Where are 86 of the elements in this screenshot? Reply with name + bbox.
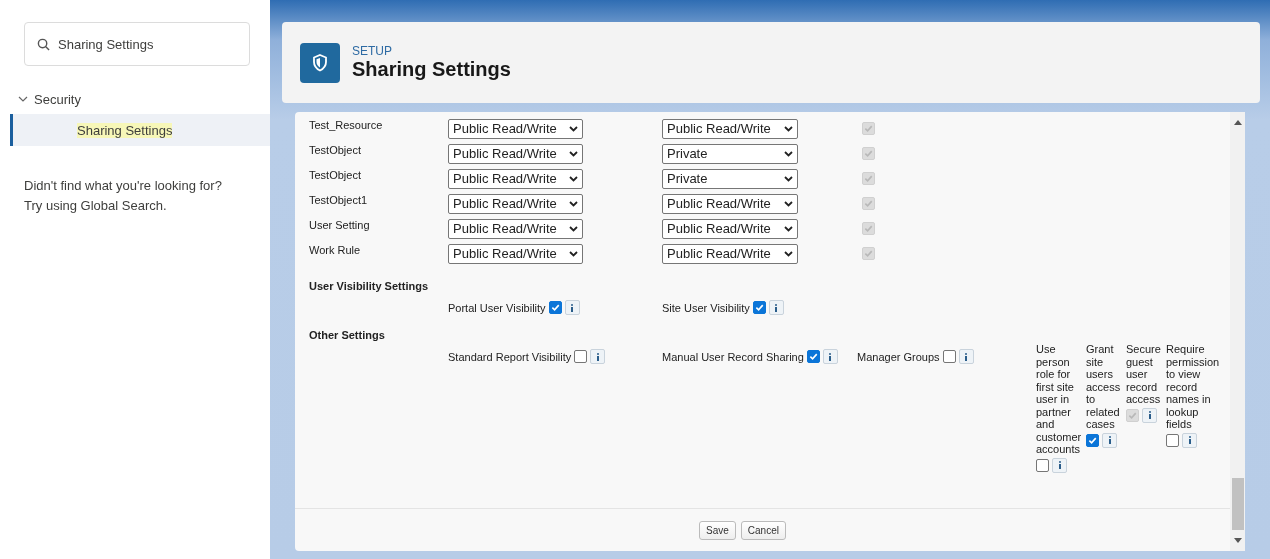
scroll-down-icon[interactable]: [1233, 538, 1242, 543]
chevron-icon: [18, 96, 28, 102]
checkmark-icon: [864, 249, 873, 258]
setting-label: Site User Visibility: [662, 301, 750, 314]
section-title: User Visibility Settings: [309, 280, 429, 292]
access-select[interactable]: Public Read/Write: [448, 193, 583, 214]
caret-icon: [784, 150, 793, 157]
help-text: Try using Global Search.: [24, 197, 168, 215]
access-select[interactable]: Public Read/Write: [448, 143, 583, 164]
checkbox[interactable]: [1036, 458, 1049, 472]
access-select[interactable]: Public Read/Write: [662, 193, 798, 214]
info-icon[interactable]: [768, 300, 784, 315]
section-title: Other Settings: [309, 329, 386, 341]
caret-icon: [784, 200, 793, 207]
caret-icon: [569, 250, 578, 257]
search-field[interactable]: Sharing Settings: [24, 22, 250, 66]
caret-icon: [569, 125, 578, 132]
scroll-up-icon[interactable]: [1233, 120, 1242, 125]
caret-icon: [569, 200, 578, 207]
info-icon[interactable]: [1142, 407, 1158, 423]
info-icon[interactable]: [822, 349, 838, 364]
setting-label: Standard Report Visibility: [448, 350, 572, 363]
access-select[interactable]: Public Read/Write: [662, 243, 798, 264]
tree-label: Security: [34, 91, 81, 107]
shield-icon: [300, 42, 340, 83]
tree-item[interactable]: Sharing Settings: [10, 114, 270, 146]
form-button[interactable]: Save: [699, 520, 736, 540]
info-icon[interactable]: [1182, 432, 1198, 448]
setting-label: Portal User Visibility: [448, 301, 546, 314]
checkbox[interactable]: [548, 301, 562, 314]
help-text: Didn't find what you're looking for?: [24, 177, 223, 195]
search-icon: [37, 37, 50, 51]
access-select[interactable]: Public Read/Write: [662, 218, 798, 239]
access-select[interactable]: Private: [662, 168, 798, 189]
object-name: Work Rule: [309, 243, 362, 256]
access-select[interactable]: Public Read/Write: [448, 218, 583, 239]
scroll-thumb[interactable]: [1231, 478, 1244, 530]
checkbox[interactable]: [752, 301, 766, 314]
caret-icon: [784, 225, 793, 232]
info-icon[interactable]: [1102, 432, 1118, 448]
object-name: Test_Resource: [309, 118, 384, 131]
checkmark-icon: [1088, 435, 1097, 445]
checkmark-icon: [808, 352, 818, 361]
checkbox[interactable]: [806, 350, 820, 363]
setting-label: Grant site users access to related cases: [1086, 343, 1122, 431]
checkmark-icon: [1128, 410, 1137, 420]
object-name: TestObject: [309, 143, 362, 156]
setting-label: Require permission to view record names in lookup fields: [1166, 343, 1221, 431]
access-select[interactable]: Public Read/Write: [662, 118, 798, 139]
checkbox[interactable]: [942, 350, 956, 363]
scrollbar[interactable]: [1230, 112, 1245, 551]
object-name: User Setting: [309, 218, 371, 231]
caret-icon: [784, 175, 793, 182]
setting-label: Secure guest user record access: [1126, 343, 1162, 406]
access-select[interactable]: Public Read/Write: [448, 243, 583, 264]
checkmark-icon: [864, 149, 873, 158]
header-eyebrow: SETUP: [352, 44, 393, 58]
setting-label: Manual User Record Sharing: [662, 350, 804, 363]
access-select[interactable]: Public Read/Write: [448, 168, 583, 189]
checkmark-icon: [864, 199, 873, 208]
caret-icon: [569, 225, 578, 232]
checkbox[interactable]: [574, 350, 588, 363]
checkmark-icon: [754, 303, 764, 312]
tree-item[interactable]: Security: [0, 88, 270, 110]
object-name: TestObject1: [309, 193, 369, 206]
checkbox[interactable]: [1086, 433, 1099, 447]
checkmark-icon: [550, 303, 560, 312]
info-icon[interactable]: [958, 349, 974, 364]
setting-label: Use person role for first site user in partner and customer accounts: [1036, 343, 1083, 456]
access-select[interactable]: Private: [662, 143, 798, 164]
checkbox[interactable]: [1166, 433, 1179, 447]
checkmark-icon: [864, 124, 873, 133]
caret-icon: [569, 175, 578, 182]
info-icon[interactable]: [564, 300, 580, 315]
info-icon[interactable]: [590, 349, 606, 364]
checkmark-icon: [864, 174, 873, 183]
caret-icon: [784, 125, 793, 132]
form-button[interactable]: Cancel: [740, 520, 786, 540]
setting-label: Manager Groups: [857, 350, 940, 363]
caret-icon: [784, 250, 793, 257]
caret-icon: [569, 150, 578, 157]
access-select[interactable]: Public Read/Write: [448, 118, 583, 139]
checkmark-icon: [864, 224, 873, 233]
info-icon[interactable]: [1052, 457, 1068, 473]
page-title: Sharing Settings: [352, 58, 511, 81]
object-name: TestObject: [309, 168, 362, 181]
